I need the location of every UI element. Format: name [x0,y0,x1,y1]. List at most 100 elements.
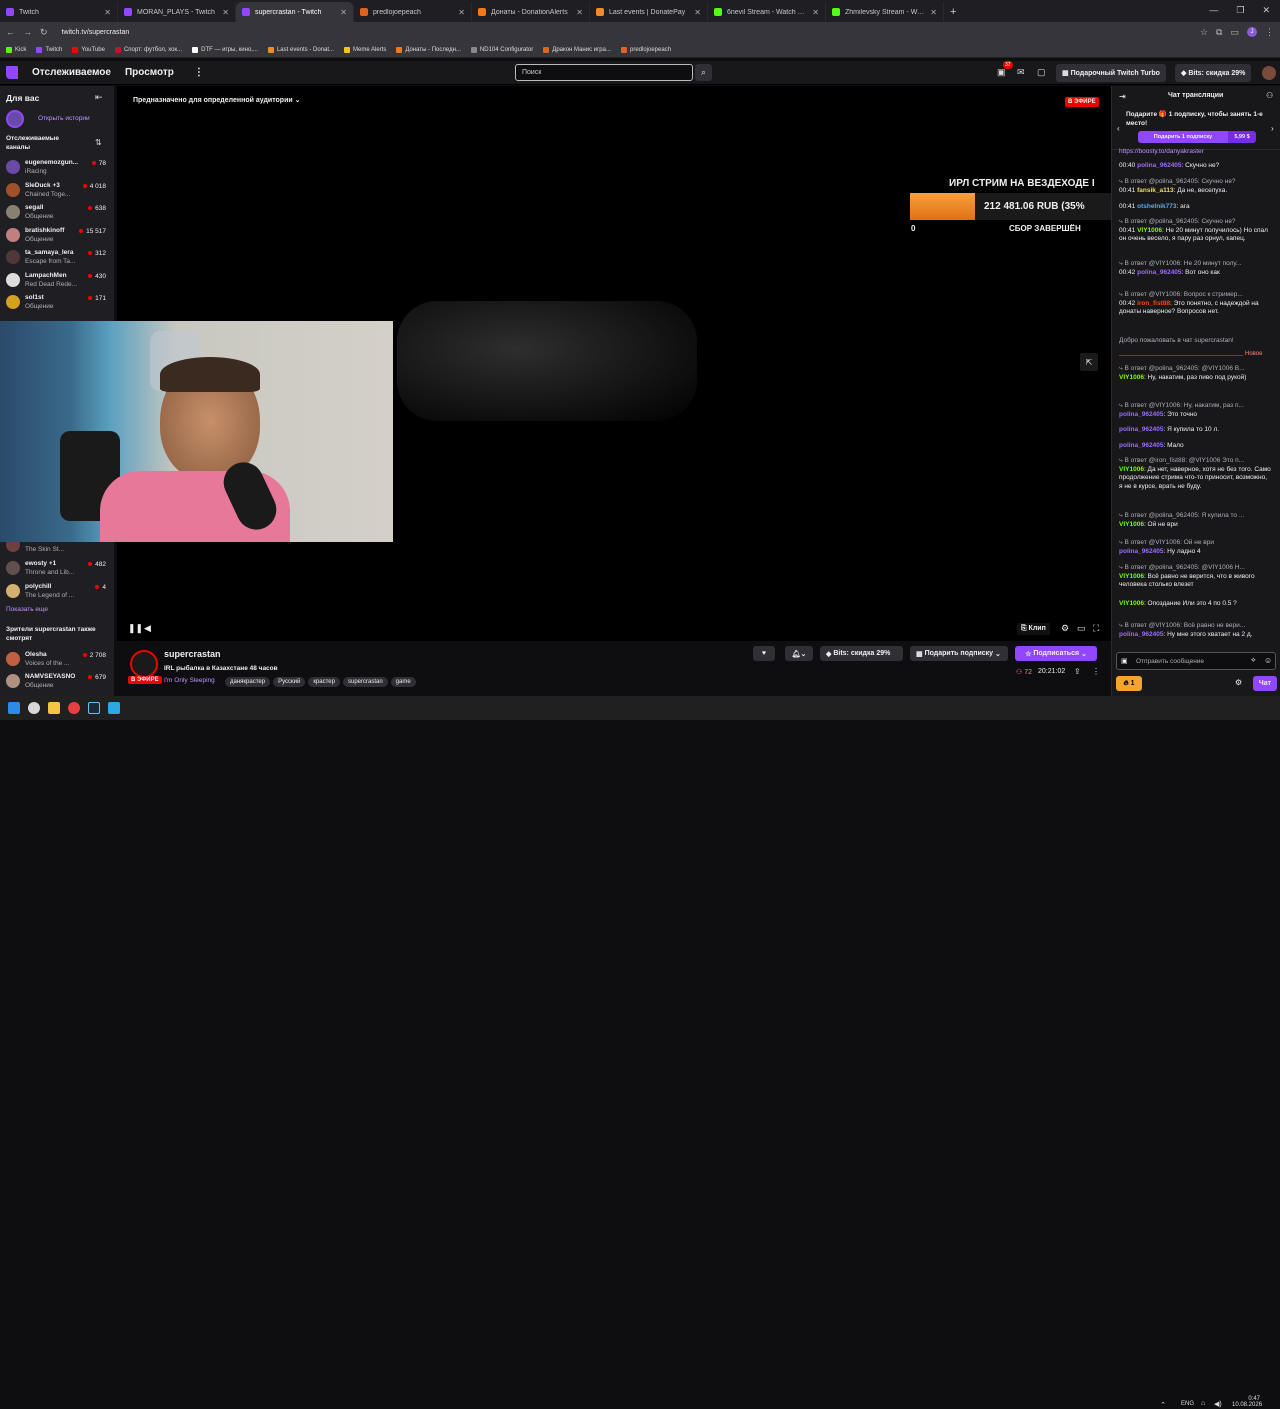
banner-prev-icon[interactable]: ‹ [1117,124,1120,133]
chat-message[interactable]: polina_962405: Мало [1119,442,1271,451]
chat-message[interactable]: ⤷ В ответ @iron_fist88: @VIY1006 Это п..… [1119,457,1271,491]
search-icon[interactable]: ⌕ [695,64,712,81]
bookmark-item[interactable]: Last events - Donat... [267,46,334,53]
tray-chevron-icon[interactable]: ⌃ [1160,1401,1166,1409]
bits-discount-stream-button[interactable]: ◆ Bits: скидка 29% [820,646,903,661]
forward-icon[interactable]: → [23,27,32,37]
notifications-icon[interactable]: ▣ [997,67,1006,78]
chat-username[interactable]: VIY1006 [1137,227,1162,234]
nav-browse[interactable]: Просмотр [125,67,174,78]
user-avatar[interactable] [1262,66,1276,80]
bits-discount-button[interactable]: ◆ Bits: скидка 29% [1175,64,1252,82]
settings-icon[interactable]: ⚙ [1061,623,1069,634]
chat-username[interactable]: polina_962405 [1119,411,1163,418]
gift-sub-button[interactable]: ▦ Подарить подписку ⌄ [910,646,1008,661]
stream-tag[interactable]: Русский [273,677,306,687]
sidebar-channel[interactable]: LampachMen Red Dead Rede... 430 [0,269,114,291]
language-indicator[interactable]: ENG [1181,1401,1194,1407]
sidebar-channel[interactable]: bratishkinoff Общение 15 517 [0,224,114,246]
chat-message[interactable]: ⤷ В ответ @polina_962405: @VIY1006 Н... V… [1119,564,1271,590]
browser-tab[interactable]: Zhmilevsky Stream - Watch Live ✕ [826,2,944,22]
emote-icon[interactable]: ☺ [1264,656,1272,665]
collapse-sidebar-icon[interactable]: ⇤ [95,92,103,103]
browser-tab[interactable]: predlojoepeach ✕ [354,2,472,22]
browser-tab[interactable]: MORAN_PLAYS - Twitch ✕ [118,2,236,22]
chat-username[interactable]: VIY1006 [1119,573,1144,580]
gift-one-sub-button[interactable]: Подарить 1 подписку [1138,131,1228,143]
chat-settings-icon[interactable]: ⚙ [1235,678,1242,687]
chat-message[interactable]: ⤷ В ответ @VIY1006: Всё равно не вери...… [1119,622,1271,639]
inbox-icon[interactable]: ✉ [1017,67,1025,78]
channel-name[interactable]: supercrastan [164,649,221,659]
chat-username[interactable]: VIY1006 [1119,521,1144,528]
chat-username[interactable]: iron_fist88 [1137,300,1170,307]
webcam-overlay[interactable] [0,321,393,542]
show-more-link[interactable]: Показать еще [6,606,48,613]
more-options-icon[interactable]: ⋮ [1092,667,1100,676]
chat-message[interactable]: ⤷ В ответ @VIY1006: Ой не ври polina_9624… [1119,539,1271,556]
chat-message[interactable]: ⤷ В ответ @VIY1006: Ну, накатим, раз п..… [1119,402,1271,419]
url-field[interactable]: twitch.tv/supercrastan [56,29,1192,36]
bookmark-item[interactable]: predlojoepeach [620,46,671,53]
stories-avatar[interactable] [6,110,24,128]
sidebar-channel[interactable]: NAMVSEYASNO Общение 679 [0,670,114,692]
bookmark-star-icon[interactable]: ☆ [1200,27,1208,38]
yandex-browser-icon[interactable] [28,702,40,714]
back-icon[interactable]: ← [6,27,15,37]
notifications-bell-button[interactable]: 🔔︎⌄ [785,646,813,661]
search-input[interactable]: Поиск [515,64,693,81]
chat-badge-icon[interactable]: ▣ [1121,657,1128,665]
close-window-icon[interactable]: ✕ [1262,5,1270,16]
chat-message[interactable]: ⤷ В ответ @polina_962405: Скучно не? 00:4… [1119,218,1271,244]
chat-username[interactable]: polina_962405 [1119,548,1163,555]
extensions-icon[interactable]: ⧉ [1216,27,1222,38]
app-icon[interactable] [108,702,120,714]
chat-username[interactable]: polina_962405 [1137,269,1181,276]
chat-message[interactable]: polina_962405: Я купила то 10 л. [1119,426,1271,435]
tab-close-icon[interactable]: ✕ [812,8,819,17]
bookmark-item[interactable]: Дракон Манис игра... [543,46,611,53]
stream-tag[interactable]: supercrastan [342,677,388,687]
chat-message[interactable]: ⤷ В ответ @polina_962405: Я купила то ..… [1119,512,1271,529]
sidebar-channel[interactable]: ta_samaya_lera Escape from Ta... 312 [0,246,114,268]
chat-message[interactable]: 00:40 polina_962405: Скучно не? [1119,162,1271,171]
bookmark-item[interactable]: Twitch [36,46,62,53]
channel-points-button[interactable]: 🔥︎ 1 [1116,676,1142,691]
chat-message[interactable]: ⤷ В ответ @VIY1006: Не 20 минут полу... 0… [1119,260,1271,277]
tab-close-icon[interactable]: ✕ [576,8,583,17]
twitch-logo[interactable] [6,66,18,79]
browser-menu-icon[interactable]: ⋮ [1265,27,1274,38]
chat-username[interactable]: polina_962405 [1119,426,1163,433]
chat-username[interactable]: VIY1006 [1119,466,1144,473]
browser-profile-avatar[interactable]: J [1247,27,1257,37]
chat-username[interactable]: fansik_a113 [1137,187,1174,194]
chat-message[interactable]: 00:41 otshelnik773: ага [1119,203,1271,212]
bookmark-item[interactable]: Kick [6,46,26,53]
speaker-icon[interactable]: ◀) [1214,1400,1222,1408]
pause-icon[interactable]: ❚❚ [128,623,143,634]
audience-label[interactable]: Предназначено для определенной аудитории… [133,96,301,104]
chrome-icon[interactable] [68,702,80,714]
chat-message[interactable]: ⤷ В ответ @VIY1006: Вопрос к стример... 0… [1119,291,1271,317]
windows-start-icon[interactable] [8,702,20,714]
steam-icon[interactable] [88,702,100,714]
stream-category[interactable]: I'm Only Sleeping [164,677,215,684]
sidepanel-icon[interactable]: ▭ [1230,27,1239,38]
chat-username[interactable]: VIY1006 [1119,600,1144,607]
bookmark-item[interactable]: Meme Alerts [344,46,386,53]
bookmark-item[interactable]: Донаты - Последн... [396,46,461,53]
sidebar-channel[interactable]: sol1st Общение 171 [0,291,114,313]
gift-turbo-button[interactable]: ▦ Подарочный Twitch Turbo [1056,64,1166,82]
bookmark-item[interactable]: ND104 Configurator [470,46,533,53]
reload-icon[interactable]: ↻ [40,27,48,38]
bits-cheer-icon[interactable]: ⟡ [1251,657,1256,665]
stream-tag[interactable]: game [390,677,416,687]
minimize-icon[interactable]: — [1209,5,1218,15]
overlay-extension-icon[interactable]: ⇱ [1080,353,1098,371]
chat-username[interactable]: polina_962405 [1137,162,1181,169]
browser-tab[interactable]: Twitch ✕ [0,2,118,22]
nav-more-icon[interactable]: ⋮ [194,67,204,78]
chat-message[interactable]: VIY1006: Опоздание Или это 4 по 0.5 ? [1119,600,1271,609]
sidebar-channel[interactable]: ewosty +1 Throne and Lib... 482 [0,557,114,579]
chat-message[interactable]: ⤷ В ответ @polina_962405: Скучно не? 00:4… [1119,178,1271,195]
